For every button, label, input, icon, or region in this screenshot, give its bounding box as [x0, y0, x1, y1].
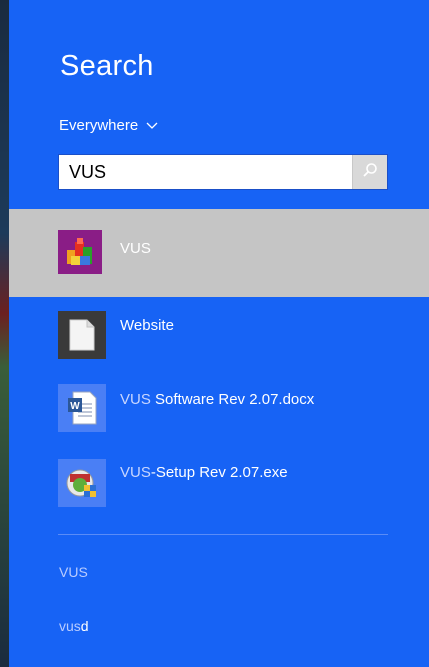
result-label: VUS: [120, 240, 151, 257]
suggestion-item[interactable]: VUS: [59, 564, 88, 580]
search-box: [58, 154, 388, 190]
chevron-down-icon: [146, 122, 158, 130]
installer-setup-icon: [58, 459, 106, 507]
scope-label: Everywhere: [59, 117, 139, 134]
colorful-cubes-app-icon: [58, 230, 102, 274]
search-input[interactable]: [59, 155, 352, 189]
result-item-vus-app[interactable]: VUS: [9, 209, 429, 297]
svg-text:W: W: [70, 401, 80, 412]
suggestion-item[interactable]: vusd: [59, 618, 89, 634]
panel-title: Search: [60, 50, 154, 82]
search-charm-panel: Search Everywhere VUS VUS Website W VUS …: [0, 0, 429, 667]
result-item-website[interactable]: Website: [9, 300, 429, 370]
desktop-edge-strip: [0, 0, 9, 667]
search-button[interactable]: [352, 155, 387, 189]
scope-dropdown[interactable]: Everywhere: [59, 117, 158, 134]
result-label: VUS Software Rev 2.07.docx: [120, 391, 315, 408]
result-label: Website: [120, 317, 174, 334]
result-label: VUS-Setup Rev 2.07.exe: [120, 464, 288, 481]
result-item-vus-software-docx[interactable]: W VUS Software Rev 2.07.docx: [9, 374, 429, 444]
result-item-vus-setup-exe[interactable]: VUS-Setup Rev 2.07.exe: [9, 448, 429, 518]
divider: [58, 534, 388, 535]
blank-document-icon: [58, 311, 106, 359]
word-document-icon: W: [58, 384, 106, 432]
search-icon: [362, 162, 378, 183]
